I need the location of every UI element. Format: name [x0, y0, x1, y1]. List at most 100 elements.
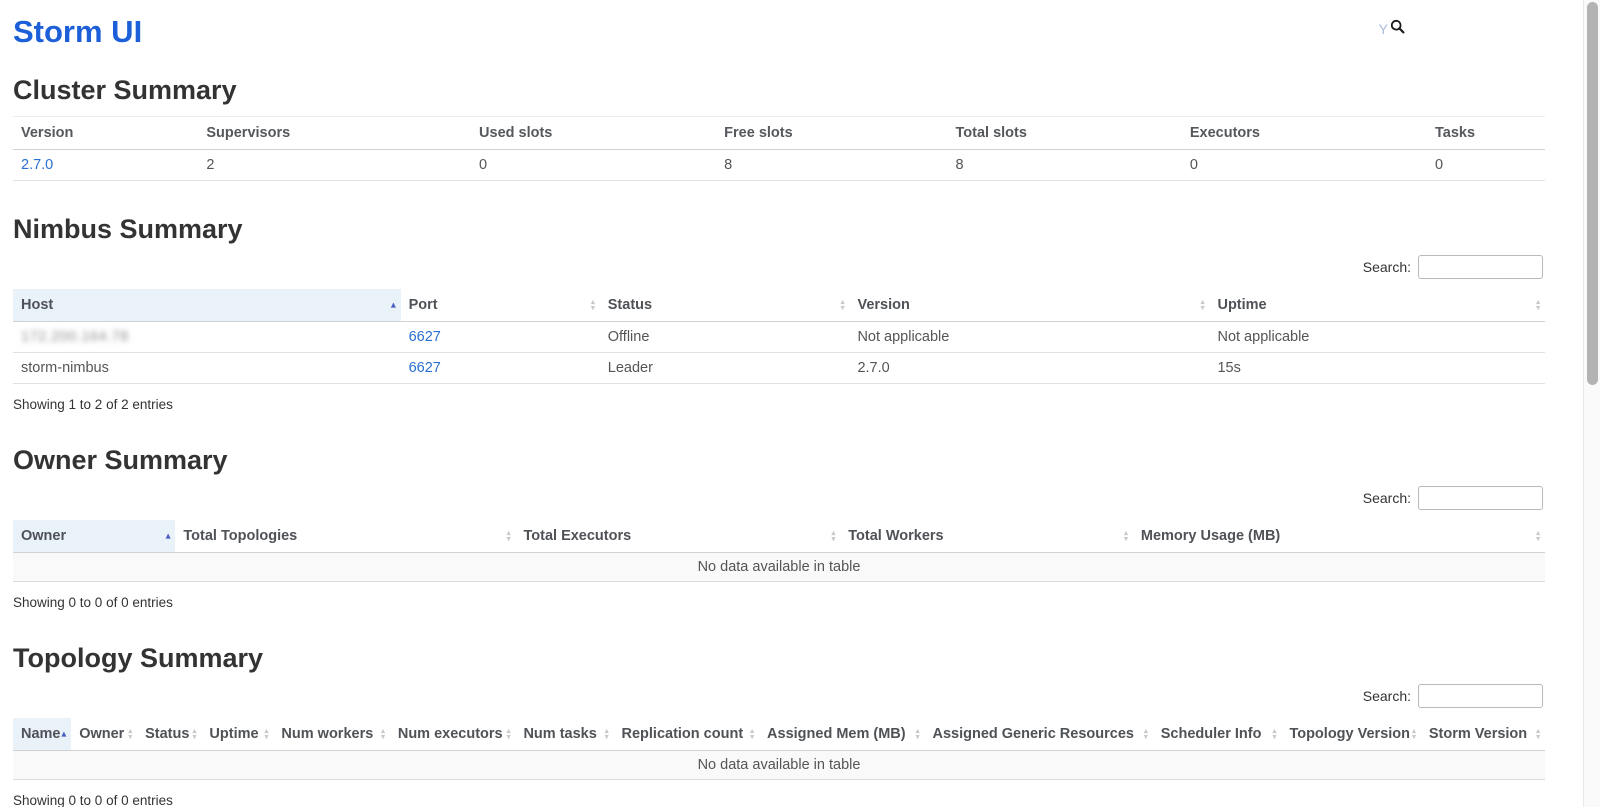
- column-header-executors: Executors: [1182, 117, 1427, 150]
- sort-both-icon: ▴▾: [1124, 530, 1128, 542]
- browser-scrollbar[interactable]: [1583, 0, 1600, 807]
- column-header-topology-version[interactable]: Topology Version▴▾: [1281, 718, 1420, 751]
- column-header-assigned-generic-resources[interactable]: Assigned Generic Resources▴▾: [924, 718, 1152, 751]
- search-label: Search:: [1363, 259, 1411, 275]
- no-data-message: No data available in table: [13, 553, 1545, 582]
- column-header-uptime[interactable]: Uptime▴▾: [201, 718, 273, 751]
- topology-search-row: Search:: [13, 684, 1543, 708]
- sort-asc-icon: ▴: [62, 730, 67, 739]
- cluster-header-row: VersionSupervisorsUsed slotsFree slotsTo…: [13, 117, 1545, 150]
- column-header-scheduler-info[interactable]: Scheduler Info▴▾: [1153, 718, 1282, 751]
- cell-used-slots: 0: [471, 150, 716, 181]
- sort-both-icon: ▴▾: [605, 728, 609, 740]
- owner-summary-heading: Owner Summary: [13, 445, 1545, 476]
- cluster-summary-table: VersionSupervisorsUsed slotsFree slotsTo…: [13, 116, 1545, 181]
- cell-link-port[interactable]: 6627: [409, 329, 441, 345]
- topology-search-input[interactable]: [1418, 684, 1543, 708]
- cell-version: 2.7.0: [849, 353, 1209, 384]
- sort-both-icon: ▴▾: [128, 728, 132, 740]
- owner-search-input[interactable]: [1418, 486, 1543, 510]
- sort-both-icon: ▴▾: [1536, 299, 1540, 311]
- cell-status: Leader: [600, 353, 850, 384]
- column-header-owner[interactable]: Owner▴▾: [71, 718, 137, 751]
- sort-both-icon: ▴▾: [832, 530, 836, 542]
- column-header-num-tasks[interactable]: Num tasks▴▾: [515, 718, 613, 751]
- sort-both-icon: ▴▾: [591, 299, 595, 311]
- cell-supervisors: 2: [198, 150, 471, 181]
- column-header-num-workers[interactable]: Num workers▴▾: [273, 718, 389, 751]
- redacted-host-text: 172.200.164.78: [21, 329, 129, 345]
- column-header-used-slots: Used slots: [471, 117, 716, 150]
- sort-both-icon: ▴▾: [507, 728, 511, 740]
- no-data-message: No data available in table: [13, 751, 1545, 780]
- storm-ui-page: Y Storm UI Cluster Summary VersionSuperv…: [0, 14, 1583, 807]
- column-header-assigned-mem-mb[interactable]: Assigned Mem (MB)▴▾: [759, 718, 924, 751]
- cell-version: 2.7.0: [13, 150, 198, 181]
- scrollbar-thumb[interactable]: [1587, 2, 1598, 385]
- owner-search-row: Search:: [13, 486, 1543, 510]
- cell-port: 6627: [401, 353, 600, 384]
- column-header-num-executors[interactable]: Num executors▴▾: [390, 718, 516, 751]
- sort-both-icon: ▴▾: [841, 299, 845, 311]
- cell-free-slots: 8: [716, 150, 947, 181]
- cell-version: Not applicable: [849, 322, 1209, 353]
- column-header-supervisors: Supervisors: [198, 117, 471, 150]
- sort-both-icon: ▴▾: [916, 728, 920, 740]
- sort-both-icon: ▴▾: [750, 728, 754, 740]
- cell-port: 6627: [401, 322, 600, 353]
- column-header-total-executors[interactable]: Total Executors▴▾: [515, 520, 840, 553]
- cell-link-version[interactable]: 2.7.0: [21, 157, 53, 173]
- column-header-version[interactable]: Version▴▾: [849, 289, 1209, 322]
- cell-total-slots: 8: [947, 150, 1181, 181]
- y-icon: Y: [1379, 21, 1388, 37]
- column-header-version: Version: [13, 117, 198, 150]
- column-header-owner[interactable]: Owner▴: [13, 520, 175, 553]
- column-header-uptime[interactable]: Uptime▴▾: [1209, 289, 1545, 322]
- cluster-table-row: 2.7.0208800: [13, 150, 1545, 181]
- nimbus-summary-table: Host▴Port▴▾Status▴▾Version▴▾Uptime▴▾ 172.…: [13, 289, 1545, 384]
- column-header-port[interactable]: Port▴▾: [401, 289, 600, 322]
- nimbus-table-row: storm-nimbus6627Leader2.7.015s: [13, 353, 1545, 384]
- column-header-total-workers[interactable]: Total Workers▴▾: [840, 520, 1133, 553]
- sort-both-icon: ▴▾: [1412, 728, 1416, 740]
- column-header-free-slots: Free slots: [716, 117, 947, 150]
- sort-both-icon: ▴▾: [193, 728, 197, 740]
- top-right-icons: Y: [1379, 19, 1405, 39]
- search-label: Search:: [1363, 688, 1411, 704]
- nimbus-entries-count: Showing 1 to 2 of 2 entries: [13, 397, 1545, 412]
- cell-host: 172.200.164.78: [13, 322, 401, 353]
- cluster-summary-heading: Cluster Summary: [13, 75, 1545, 106]
- cell-executors: 0: [1182, 150, 1427, 181]
- topology-entries-count: Showing 0 to 0 of 0 entries: [13, 793, 1545, 807]
- cell-status: Offline: [600, 322, 850, 353]
- cell-link-port[interactable]: 6627: [409, 360, 441, 376]
- column-header-name[interactable]: Name▴: [13, 718, 71, 751]
- search-icon[interactable]: [1390, 19, 1405, 39]
- sort-asc-icon: ▴: [166, 532, 171, 541]
- owner-entries-count: Showing 0 to 0 of 0 entries: [13, 595, 1545, 610]
- nimbus-summary-heading: Nimbus Summary: [13, 214, 1545, 245]
- sort-asc-icon: ▴: [391, 301, 396, 310]
- owner-summary-table: Owner▴Total Topologies▴▾Total Executors▴…: [13, 520, 1545, 582]
- sort-both-icon: ▴▾: [1536, 530, 1540, 542]
- nimbus-search-input[interactable]: [1418, 255, 1543, 279]
- cell-tasks: 0: [1427, 150, 1545, 181]
- cell-uptime: Not applicable: [1209, 322, 1545, 353]
- column-header-memory-usage-mb[interactable]: Memory Usage (MB)▴▾: [1133, 520, 1545, 553]
- sort-both-icon: ▴▾: [1144, 728, 1148, 740]
- nimbus-search-row: Search:: [13, 255, 1543, 279]
- column-header-status[interactable]: Status▴▾: [137, 718, 201, 751]
- empty-table-row: No data available in table: [13, 751, 1545, 780]
- column-header-host[interactable]: Host▴: [13, 289, 401, 322]
- search-label: Search:: [1363, 490, 1411, 506]
- nimbus-header-row: Host▴Port▴▾Status▴▾Version▴▾Uptime▴▾: [13, 289, 1545, 322]
- cell-host: storm-nimbus: [13, 353, 401, 384]
- column-header-total-topologies[interactable]: Total Topologies▴▾: [175, 520, 515, 553]
- nimbus-table-row: 172.200.164.786627OfflineNot applicableN…: [13, 322, 1545, 353]
- column-header-storm-version[interactable]: Storm Version▴▾: [1421, 718, 1545, 751]
- column-header-tasks: Tasks: [1427, 117, 1545, 150]
- app-title-link[interactable]: Storm UI: [13, 14, 1545, 50]
- empty-table-row: No data available in table: [13, 553, 1545, 582]
- column-header-status[interactable]: Status▴▾: [600, 289, 850, 322]
- column-header-replication-count[interactable]: Replication count▴▾: [614, 718, 760, 751]
